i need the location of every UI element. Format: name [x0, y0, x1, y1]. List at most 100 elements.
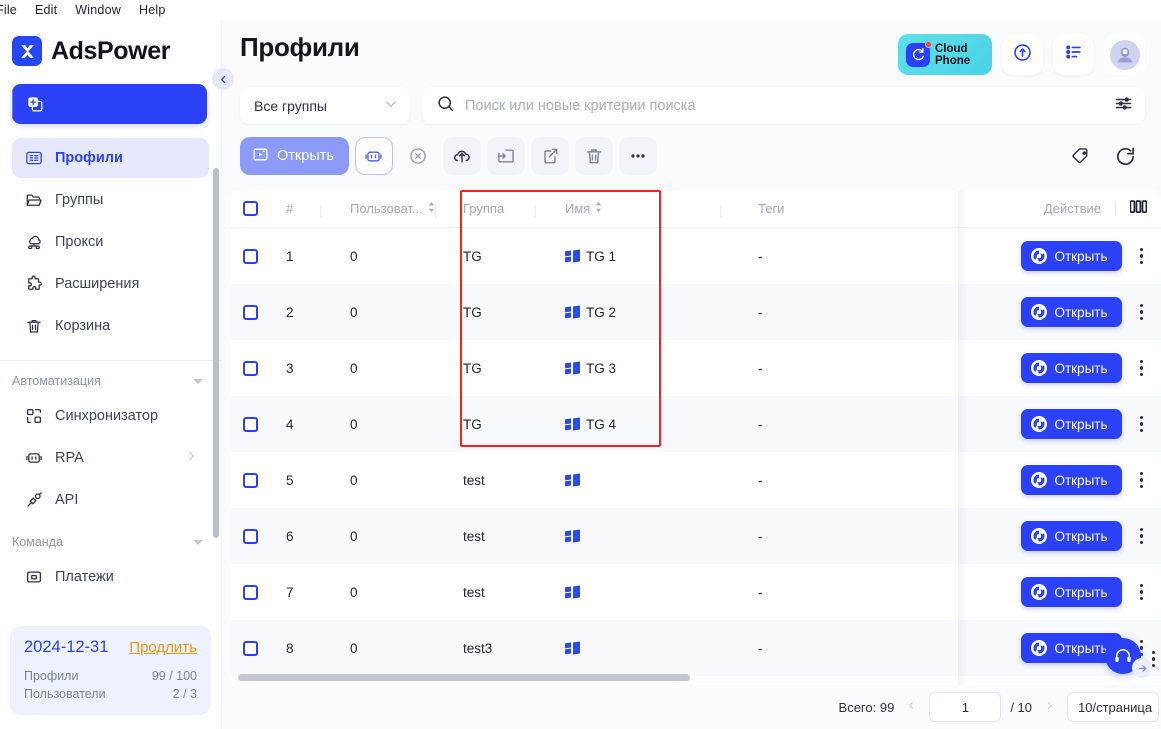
open-profiles-label: Открыть	[277, 148, 334, 164]
select-all-checkbox[interactable]	[242, 201, 258, 216]
row-checkbox[interactable]	[242, 640, 258, 656]
open-profile-label: Открыть	[1054, 472, 1108, 488]
puzzle-icon	[24, 274, 44, 294]
table-row[interactable]: 7 0 test - Открыть	[230, 564, 1161, 620]
row-checkbox[interactable]	[242, 472, 258, 488]
sidebar-item-proxies[interactable]: Прокси	[12, 222, 209, 262]
robot-icon	[24, 448, 44, 468]
menu-help[interactable]: Help	[139, 3, 166, 17]
cell-num: 1	[286, 248, 294, 264]
support-menu-button[interactable]	[1151, 650, 1155, 667]
divider	[535, 205, 536, 218]
row-menu-button[interactable]	[1136, 412, 1148, 437]
row-checkbox[interactable]	[242, 248, 258, 264]
open-profile-button[interactable]: Открыть	[1021, 465, 1122, 495]
cell-group: test	[463, 528, 485, 544]
export-button[interactable]	[530, 137, 569, 175]
open-profile-button[interactable]: Открыть	[1021, 409, 1122, 439]
avatar-button[interactable]	[1104, 34, 1145, 75]
row-checkbox[interactable]	[242, 304, 258, 320]
sidebar-item-trash[interactable]: Корзина	[12, 306, 209, 346]
open-profile-button[interactable]: Открыть	[1021, 297, 1122, 327]
header-actions: Cloud Phone	[898, 34, 1145, 75]
support-button[interactable]	[1105, 638, 1152, 678]
section-automation[interactable]: Автоматизация	[0, 361, 221, 396]
cell-user: 0	[350, 248, 358, 264]
row-checkbox[interactable]	[242, 360, 258, 376]
open-profile-button[interactable]: Открыть	[1021, 577, 1122, 607]
column-header-user[interactable]: Пользоват...	[320, 201, 445, 218]
add-duplicate-icon[interactable]	[13, 84, 57, 124]
sidebar-item-extensions[interactable]: Расширения	[12, 264, 209, 304]
menu-file[interactable]: File	[0, 3, 17, 17]
sync-refresh-button[interactable]	[1002, 34, 1043, 75]
sidebar-item-synchronizer[interactable]: Синхронизатор	[12, 396, 209, 436]
table-horizontal-scrollbar[interactable]	[238, 674, 690, 681]
open-profile-button[interactable]: Открыть	[1021, 353, 1122, 383]
table-row[interactable]: 5 0 test - Открыть	[230, 452, 1161, 508]
windows-icon	[565, 473, 579, 487]
sidebar-item-rpa[interactable]: RPA	[12, 438, 209, 478]
column-header-group[interactable]: Группа	[435, 201, 545, 218]
page-size-select[interactable]: 10/страница	[1067, 692, 1159, 722]
page-input[interactable]: 1	[929, 692, 1002, 722]
sidebar-item-payments[interactable]: Платежи	[12, 557, 209, 597]
column-header-tags[interactable]: Теги	[720, 201, 970, 218]
import-button[interactable]	[442, 137, 481, 175]
circle-x-icon	[410, 148, 426, 164]
table-row[interactable]: 3 0 TG TG 3 - Открыть	[230, 340, 1161, 396]
cell-tags: -	[758, 360, 763, 376]
section-team[interactable]: Команда	[0, 522, 221, 557]
row-menu-button[interactable]	[1136, 244, 1148, 269]
tags-button[interactable]	[1061, 136, 1101, 176]
sidebar-scrollbar[interactable]	[213, 168, 219, 538]
open-profile-button[interactable]: Открыть	[1021, 241, 1122, 271]
refresh-button[interactable]	[1105, 136, 1145, 176]
table-row[interactable]: 6 0 test - Открыть	[230, 508, 1161, 564]
row-checkbox[interactable]	[242, 584, 258, 600]
row-menu-button[interactable]	[1136, 300, 1148, 325]
column-header-name[interactable]: Имя	[535, 201, 730, 218]
sidebar-item-label: Расширения	[55, 276, 140, 292]
search-input[interactable]	[465, 97, 1104, 114]
rpa-button[interactable]	[354, 137, 393, 175]
row-menu-button[interactable]	[1136, 468, 1148, 493]
row-checkbox[interactable]	[242, 416, 258, 432]
prev-page-button[interactable]	[903, 699, 920, 715]
table-row[interactable]: 4 0 TG TG 4 - Открыть	[230, 396, 1161, 452]
table-row[interactable]: 1 0 TG TG 1 - Открыть	[230, 228, 1161, 284]
cloud-phone-button[interactable]: Cloud Phone	[898, 34, 992, 75]
sidebar-item-api[interactable]: API	[12, 480, 209, 520]
row-menu-button[interactable]	[1136, 356, 1148, 381]
sort-arrows-icon[interactable]	[594, 201, 603, 216]
menu-edit[interactable]: Edit	[35, 3, 57, 17]
sync-nodes-icon	[24, 406, 44, 426]
sidebar-item-groups[interactable]: Группы	[12, 180, 209, 220]
arrow-right-icon[interactable]	[1132, 658, 1152, 678]
row-menu-button[interactable]	[1136, 524, 1148, 549]
row-checkbox[interactable]	[242, 528, 258, 544]
new-profile-button[interactable]: Новый профиль	[12, 40, 1161, 729]
cell-num: 5	[286, 472, 294, 488]
sliders-icon[interactable]	[1114, 94, 1133, 118]
filter-row: Все группы	[240, 87, 1145, 124]
sidebar-item-profiles[interactable]: Профили	[12, 138, 209, 178]
search-box[interactable]	[422, 87, 1145, 124]
close-button[interactable]	[399, 137, 437, 175]
task-list-button[interactable]	[1053, 34, 1094, 75]
renew-link[interactable]: Продлить	[129, 639, 197, 656]
menu-window[interactable]: Window	[75, 3, 121, 17]
open-profile-button[interactable]: Открыть	[1021, 521, 1122, 551]
sidebar-collapse-button[interactable]	[212, 68, 234, 90]
columns-settings-icon[interactable]	[1129, 200, 1148, 217]
open-profiles-button[interactable]: Открыть	[240, 137, 349, 175]
cell-name	[545, 473, 730, 487]
group-select[interactable]: Все группы	[240, 87, 410, 124]
more-button[interactable]	[618, 137, 657, 175]
move-button[interactable]	[486, 137, 525, 175]
table-row[interactable]: 2 0 TG TG 2 - Открыть	[230, 284, 1161, 340]
next-page-button[interactable]	[1041, 699, 1058, 715]
delete-button[interactable]	[574, 137, 613, 175]
table-row[interactable]: 8 0 test3 - Открыть	[230, 620, 1161, 676]
row-menu-button[interactable]	[1136, 580, 1148, 605]
